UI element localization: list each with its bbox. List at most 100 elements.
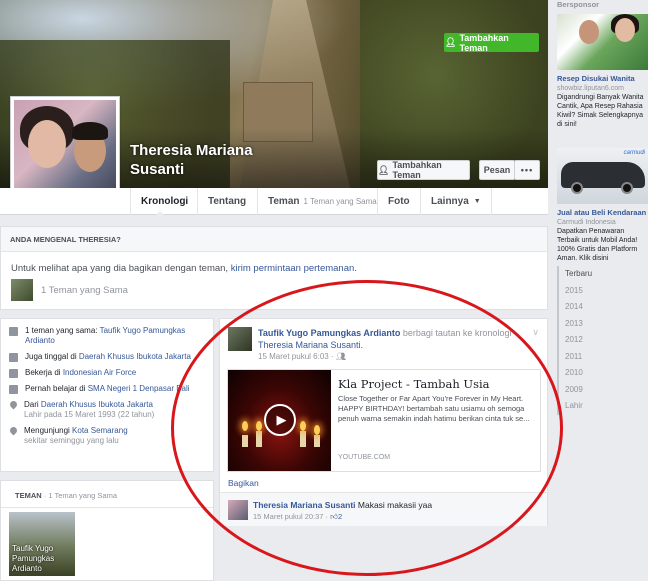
intro-mutual-prefix: 1 teman yang sama: <box>25 326 98 335</box>
friends-heading[interactable]: TEMAN · 1 Teman yang Sama <box>1 481 213 508</box>
intro-from-link[interactable]: Daerah Khusus Ibukota Jakarta <box>41 400 153 409</box>
graduation-cap-icon <box>9 385 18 394</box>
sponsored-label: Bersponsor <box>557 0 600 9</box>
intro-birth: Lahir pada 15 Maret 1993 (22 tahun) <box>24 410 155 419</box>
intro-from: Dari Daerah Khusus Ibukota Jakarta Lahir… <box>8 399 205 420</box>
ad2-source: Carmudi Indonesia <box>557 219 616 226</box>
tab-photos[interactable]: Foto <box>377 188 420 215</box>
intro-visit-prefix: Mengunjungi <box>24 426 70 435</box>
right-sidebar: Bersponsor Resep Disukai Wanita showbiz.… <box>555 0 648 581</box>
post-timestamp[interactable]: 15 Maret pukul 6:03 · 👥︎ <box>258 352 346 361</box>
intro-visit-when: sekitar seminggu yang lalu <box>24 436 119 445</box>
link-domain: YOUTUBE.COM <box>338 454 391 461</box>
post-options-chevron-icon[interactable]: ∨ <box>532 327 539 338</box>
tab-timeline[interactable]: Kronologi <box>130 188 198 216</box>
post-time-label: 15 Maret pukul 6:03 · <box>258 352 336 361</box>
mutual-friend-thumb <box>11 279 33 301</box>
year-link[interactable]: 2013 <box>565 316 648 333</box>
comment-meta: 15 Maret pukul 20:37 · 👍︎2 <box>253 512 342 522</box>
like-icon[interactable]: 👍︎ <box>330 512 338 521</box>
tab-friends-sub: 1 Teman yang Sama <box>303 197 377 206</box>
add-friend-button[interactable]: 👤︎ Tambahkan Teman <box>377 160 470 180</box>
intro-lives-prefix: Juga tinggal di <box>25 352 77 361</box>
location-pin-icon <box>8 425 19 436</box>
timeline-post: Taufik Yugo Pamungkas Ardianto berbagi t… <box>219 318 548 526</box>
tab-about[interactable]: Tentang <box>197 188 256 215</box>
tab-friends[interactable]: Teman 1 Teman yang Sama <box>257 188 387 215</box>
add-friend-label: Tambahkan Teman <box>392 160 442 180</box>
year-link[interactable]: 2015 <box>565 283 648 300</box>
intro-study-link[interactable]: SMA Negeri 1 Denpasar Bali <box>88 384 190 393</box>
intro-lives-link[interactable]: Daerah Khusus Ibukota Jakarta <box>79 352 191 361</box>
post-author-avatar[interactable] <box>228 327 252 351</box>
ad1-image[interactable] <box>557 14 648 70</box>
ad1-title[interactable]: Resep Disukai Wanita <box>557 74 648 84</box>
comment-time[interactable]: 15 Maret pukul 20:37 · <box>253 512 330 521</box>
add-friend-icon: 👤︎ <box>378 164 390 175</box>
year-link[interactable]: 2014 <box>565 299 648 316</box>
year-link[interactable]: 2012 <box>565 332 648 349</box>
intro-work-link[interactable]: Indonesian Air Force <box>63 368 136 377</box>
comment-text: Makasi makasii yaa <box>357 500 433 510</box>
intro-mutual: 1 teman yang sama: Taufik Yugo Pamungkas… <box>9 326 205 346</box>
profile-name-line2: Susanti <box>130 161 185 178</box>
tab-more[interactable]: Lainnya ▼ <box>420 188 492 215</box>
audience-icon: 👥︎ <box>335 352 346 361</box>
friends-icon <box>9 327 18 336</box>
intro-visit: Mengunjungi Kota Semarang sekitar seming… <box>8 425 205 446</box>
link-title[interactable]: Kla Project - Tambah Usia <box>338 377 534 391</box>
friends-card: TEMAN · 1 Teman yang Sama Taufik Yugo Pa… <box>0 480 214 581</box>
timeline-year-nav: Terbaru 2015 2014 2013 2012 2011 2010 20… <box>557 266 648 415</box>
more-dots-icon: ••• <box>520 165 534 175</box>
ad1-body: Digandrungi Banyak Wanita Cantik, Apa Re… <box>557 94 644 128</box>
location-pin-icon <box>8 399 19 410</box>
message-label: Pesan <box>483 165 511 175</box>
share-link[interactable]: Bagikan <box>228 478 259 488</box>
add-friend-green-button[interactable]: 👤︎ Tambahkan Teman <box>444 33 539 53</box>
ad2-title[interactable]: Jual atau Beli Kendaraan <box>557 208 648 218</box>
intro-from-prefix: Dari <box>24 400 39 409</box>
friend-tile-name: Taufik Yugo Pamungkas Ardianto <box>12 544 55 573</box>
home-icon <box>9 353 18 362</box>
ad1-text[interactable]: Resep Disukai Wanita showbiz.liputan6.co… <box>557 74 648 129</box>
year-link[interactable]: 2011 <box>565 349 648 366</box>
more-options-button[interactable]: ••• <box>514 160 540 180</box>
link-description: Close Together or Far Apart You're Forev… <box>338 394 530 423</box>
friend-tile[interactable]: Taufik Yugo Pamungkas Ardianto <box>9 512 75 576</box>
intro-visit-link[interactable]: Kota Semarang <box>72 426 128 435</box>
video-thumbnail[interactable]: ▶ <box>228 370 331 471</box>
intro-study-prefix: Pernah belajar di <box>25 384 86 393</box>
comment-author-avatar[interactable] <box>228 500 248 520</box>
post-author-link[interactable]: Taufik Yugo Pamungkas Ardianto <box>258 328 400 338</box>
briefcase-icon <box>9 369 18 378</box>
year-link[interactable]: 2009 <box>565 382 648 399</box>
post-header: Taufik Yugo Pamungkas Ardianto berbagi t… <box>258 327 538 351</box>
play-icon[interactable]: ▶ <box>264 404 296 436</box>
intro-lives: Juga tinggal di Daerah Khusus Ibukota Ja… <box>9 352 205 362</box>
know-her-box: ANDA MENGENAL THERESIA? Untuk melihat ap… <box>0 226 548 310</box>
comment-body: Theresia Mariana Susanti Makasi makasii … <box>253 500 432 510</box>
friends-heading-sub: · 1 Teman yang Sama <box>43 491 118 500</box>
comment-author-link[interactable]: Theresia Mariana Susanti <box>253 500 356 510</box>
comment: Theresia Mariana Susanti Makasi makasii … <box>220 492 547 526</box>
year-link[interactable]: 2010 <box>565 365 648 382</box>
tab-timeline-label: Kronologi <box>141 196 189 207</box>
mutual-friends-row[interactable]: 1 Teman yang Sama <box>11 279 128 301</box>
ad2-text[interactable]: Jual atau Beli Kendaraan Carmudi Indones… <box>557 208 648 263</box>
shared-link-card[interactable]: ▶ Kla Project - Tambah Usia Close Togeth… <box>227 369 541 472</box>
profile-nav: Kronologi Tentang Teman 1 Teman yang Sama… <box>0 188 548 216</box>
message-button[interactable]: Pesan <box>479 160 515 180</box>
know-her-message: Untuk melihat apa yang dia bagikan denga… <box>11 263 229 274</box>
ad1-source: showbiz.liputan6.com <box>557 85 624 92</box>
send-request-link[interactable]: kirim permintaan pertemanan. <box>231 263 357 274</box>
intro-card: 1 teman yang sama: Taufik Yugo Pamungkas… <box>0 318 214 472</box>
ad2-image[interactable]: carmudi <box>557 148 648 204</box>
profile-name[interactable]: Theresia Mariana Susanti <box>130 141 290 179</box>
post-target-link[interactable]: Theresia Mariana Susanti. <box>258 340 363 350</box>
comment-likes[interactable]: 2 <box>338 512 342 521</box>
year-link[interactable]: Lahir <box>565 398 648 415</box>
post-action: berbagi tautan ke kronologi <box>402 328 512 338</box>
year-link[interactable]: Terbaru <box>565 266 648 283</box>
ad2-body: Dapatkan Penawaran Terbaik untuk Mobil A… <box>557 228 638 262</box>
tab-friends-label: Teman <box>268 196 300 207</box>
